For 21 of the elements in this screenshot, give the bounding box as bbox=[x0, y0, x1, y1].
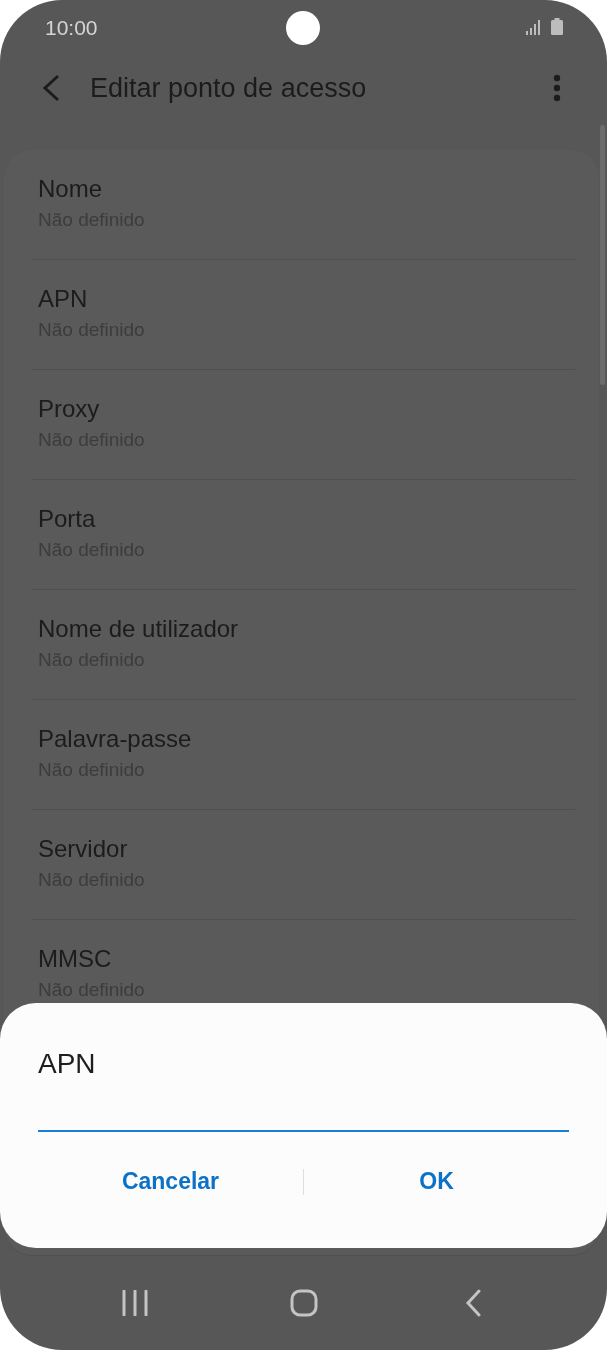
dialog-button[interactable]: Cancelar bbox=[38, 1160, 303, 1203]
item-title: Nome de utilizador bbox=[38, 614, 239, 643]
recent-apps-icon[interactable] bbox=[120, 1290, 149, 1316]
back-icon[interactable] bbox=[463, 1289, 482, 1317]
dialog-title: APN bbox=[38, 1048, 96, 1080]
item-title: Porta bbox=[38, 504, 96, 533]
status-time: 10:00 bbox=[45, 16, 98, 40]
item-title: APN bbox=[38, 284, 88, 313]
camera-hole bbox=[286, 11, 320, 45]
item-title: Proxy bbox=[38, 394, 100, 423]
battery-icon bbox=[551, 17, 563, 35]
signal-icon bbox=[526, 19, 542, 35]
page-title: Editar ponto de acesso bbox=[90, 72, 367, 104]
item-title: MMSC bbox=[38, 944, 112, 973]
dialog-button[interactable]: OK bbox=[304, 1160, 569, 1203]
home-icon[interactable] bbox=[289, 1289, 318, 1317]
back-icon[interactable] bbox=[42, 74, 60, 102]
item-title: Palavra-passe bbox=[38, 724, 192, 753]
more-options-icon[interactable] bbox=[553, 74, 561, 102]
item-title: Servidor bbox=[38, 834, 128, 863]
item-title: Nome bbox=[38, 174, 103, 203]
